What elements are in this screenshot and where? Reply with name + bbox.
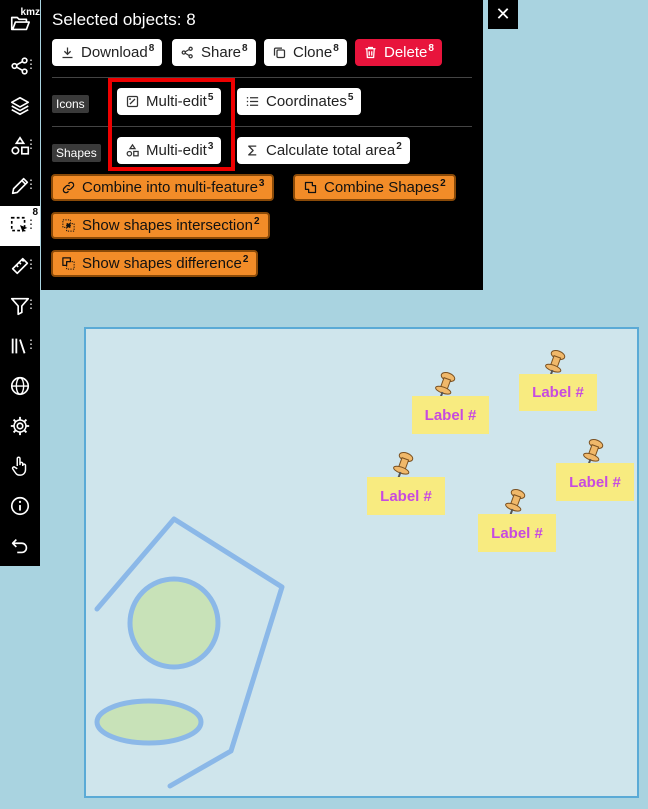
delete-button[interactable]: Delete 8 — [355, 39, 442, 66]
clone-icon — [273, 47, 286, 59]
combine-shapes-label: Combine Shapes — [324, 179, 440, 196]
calculate-total-area-label: Calculate total area — [266, 142, 396, 159]
combine-multi-feature-count: 3 — [258, 178, 265, 189]
trash-icon — [365, 46, 376, 59]
list-icon — [246, 97, 259, 106]
intersection-icon — [62, 219, 75, 232]
divider — [52, 77, 472, 78]
menu-dots-icon: ⋮ — [25, 217, 37, 231]
shapes-multi-edit-count: 3 — [207, 141, 214, 152]
map-label[interactable]: Label # — [556, 463, 634, 501]
map-label[interactable]: Label # — [367, 477, 445, 515]
delete-label: Delete — [384, 44, 428, 61]
share-count: 8 — [242, 43, 248, 54]
link-icon — [62, 181, 75, 194]
info-icon — [10, 496, 30, 516]
layers-icon — [10, 96, 30, 116]
panel-title: Selected objects: 8 — [52, 10, 196, 29]
close-icon: ✕ — [495, 4, 511, 24]
menu-dots-icon: ⋮ — [25, 177, 37, 191]
clone-label: Clone — [293, 44, 333, 61]
shapes-section-label: Shapes — [52, 144, 101, 162]
coordinates-label: Coordinates — [266, 93, 347, 110]
layers-tool-button[interactable] — [0, 86, 40, 126]
circle-shape[interactable] — [127, 576, 221, 670]
union-icon — [304, 181, 317, 194]
download-count: 8 — [148, 43, 155, 54]
download-icon — [62, 47, 73, 59]
measure-tool-button[interactable]: ⋮ — [0, 246, 40, 286]
shapes-tool-button[interactable]: ⋮ — [0, 126, 40, 166]
sigma-icon — [248, 145, 257, 156]
show-difference-count: 2 — [242, 254, 249, 265]
share-icon — [181, 46, 193, 59]
open-folder-button[interactable]: kmz — [0, 3, 40, 43]
delete-count: 8 — [428, 43, 434, 54]
show-difference-button[interactable]: Show shapes difference 2 — [51, 250, 259, 277]
menu-dots-icon: ⋮ — [25, 137, 37, 151]
info-tool-button[interactable] — [0, 486, 40, 526]
coordinates-count: 5 — [347, 92, 354, 103]
calculate-total-area-count: 2 — [396, 141, 402, 152]
map-canvas[interactable]: Label # Label # Label # Label # Label # — [84, 327, 639, 798]
map-label[interactable]: Label # — [412, 396, 489, 434]
download-label: Download — [81, 44, 148, 61]
difference-icon — [62, 257, 75, 270]
download-button[interactable]: Download 8 — [52, 39, 163, 66]
shapes-multi-edit-button[interactable]: Multi-edit 3 — [117, 137, 222, 164]
left-toolbar: kmz ⋮ ⋮ ⋮ 8 ⋮ ⋮ ⋮ ⋮ — [0, 0, 40, 566]
share-button[interactable]: Share 8 — [172, 39, 256, 66]
library-tool-button[interactable]: ⋮ — [0, 326, 40, 366]
coordinates-button[interactable]: Coordinates 5 — [237, 88, 362, 115]
calculate-total-area-button[interactable]: Calculate total area 2 — [237, 137, 410, 164]
show-intersection-count: 2 — [253, 216, 260, 227]
hand-pointer-icon — [11, 456, 27, 476]
select-tool-button[interactable]: 8 ⋮ — [0, 206, 40, 246]
map-label[interactable]: Label # — [519, 374, 597, 411]
show-difference-label: Show shapes difference — [82, 255, 242, 272]
clone-count: 8 — [333, 43, 339, 54]
icons-section-label: Icons — [52, 95, 89, 113]
close-panel-button[interactable]: ✕ — [488, 0, 518, 29]
filter-tool-button[interactable]: ⋮ — [0, 286, 40, 326]
map-label[interactable]: Label # — [478, 514, 556, 552]
menu-dots-icon: ⋮ — [25, 57, 37, 71]
menu-dots-icon: ⋮ — [25, 257, 37, 271]
draw-tool-button[interactable]: ⋮ — [0, 166, 40, 206]
show-intersection-label: Show shapes intersection — [82, 217, 253, 234]
gear-icon — [10, 416, 30, 436]
icons-multi-edit-label: Multi-edit — [146, 93, 207, 110]
undo-tool-button[interactable] — [0, 526, 40, 566]
globe-icon — [10, 376, 30, 396]
divider — [52, 126, 472, 127]
share-tool-button[interactable]: ⋮ — [0, 46, 40, 86]
settings-tool-button[interactable] — [0, 406, 40, 446]
undo-icon — [11, 538, 28, 554]
shapes-icon — [126, 143, 139, 157]
combine-shapes-button[interactable]: Combine Shapes 2 — [293, 174, 456, 201]
share-label: Share — [201, 44, 242, 61]
edit-image-icon — [126, 95, 139, 108]
combine-shapes-count: 2 — [440, 178, 446, 189]
icons-multi-edit-count: 5 — [207, 92, 214, 103]
combine-multi-feature-button[interactable]: Combine into multi-feature 3 — [51, 174, 275, 201]
selection-panel: Selected objects: 8 Download 8 Share 8 Clo… — [41, 0, 483, 290]
clone-button[interactable]: Clone 8 — [264, 39, 347, 66]
menu-dots-icon: ⋮ — [25, 297, 37, 311]
globe-tool-button[interactable] — [0, 366, 40, 406]
combine-multi-feature-label: Combine into multi-feature — [82, 179, 258, 196]
show-intersection-button[interactable]: Show shapes intersection 2 — [51, 212, 270, 239]
icons-multi-edit-button[interactable]: Multi-edit 5 — [117, 88, 222, 115]
kmz-label: kmz — [20, 7, 40, 18]
pan-tool-button[interactable] — [0, 446, 40, 486]
ellipse-shape[interactable] — [94, 698, 204, 746]
shapes-multi-edit-label: Multi-edit — [146, 142, 207, 159]
menu-dots-icon: ⋮ — [25, 337, 37, 351]
